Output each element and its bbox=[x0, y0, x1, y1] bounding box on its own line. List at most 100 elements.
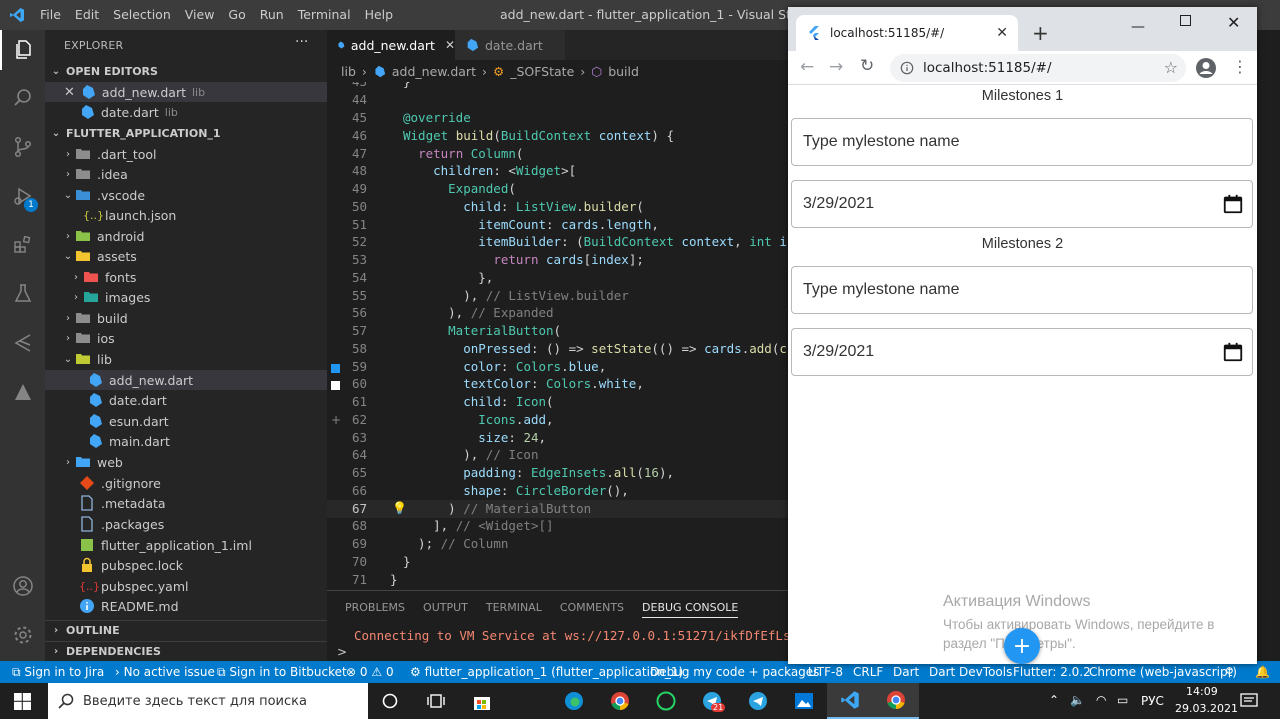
tree-file[interactable]: {..} launch.json bbox=[45, 205, 327, 225]
code-editor[interactable]: 43} 44 45@override 46Widget build(BuildC… bbox=[327, 82, 788, 590]
console-prompt[interactable]: > bbox=[337, 645, 347, 659]
menu-file[interactable]: File bbox=[40, 7, 61, 22]
breadcrumb-class[interactable]: _SOFState bbox=[510, 64, 574, 79]
debug-project[interactable]: ⚙ flutter_application_1 (flutter_applica… bbox=[410, 665, 683, 679]
tree-folder[interactable]: ⌄ lib bbox=[45, 349, 327, 369]
vscode-taskbar-button[interactable] bbox=[827, 683, 873, 719]
calendar-icon[interactable] bbox=[1222, 341, 1244, 363]
close-tab-icon[interactable]: ✕ bbox=[445, 38, 455, 52]
bitbucket-signin[interactable]: ⧉ Sign in to Bitbucket bbox=[217, 665, 347, 680]
menu-edit[interactable]: Edit bbox=[75, 7, 99, 22]
info-icon[interactable] bbox=[900, 61, 914, 75]
tab-comments[interactable]: COMMENTS bbox=[560, 601, 624, 618]
project-section[interactable]: ⌄ FLUTTER_APPLICATION_1 bbox=[45, 123, 327, 143]
telegram-taskbar-button[interactable]: 21 bbox=[689, 683, 735, 719]
dart-devtools[interactable]: Dart DevTools bbox=[929, 665, 1012, 679]
back-arrow-icon[interactable]: ← bbox=[800, 57, 814, 77]
calendar-icon[interactable] bbox=[1222, 193, 1244, 215]
profile-avatar-icon[interactable] bbox=[1195, 57, 1217, 79]
minimize-button[interactable]: — bbox=[1131, 19, 1145, 35]
live-share-icon[interactable]: ⚲ bbox=[1225, 665, 1234, 679]
notifications-icon[interactable]: 🔔 bbox=[1255, 665, 1270, 679]
device-selector[interactable]: Chrome (web-javascript) bbox=[1089, 665, 1237, 679]
tree-file[interactable]: date.dart bbox=[45, 390, 327, 410]
eol[interactable]: CRLF bbox=[853, 665, 883, 679]
breadcrumb-lib[interactable]: lib bbox=[341, 64, 356, 79]
close-tab-icon[interactable]: ✕ bbox=[996, 25, 1008, 41]
active-issue[interactable]: › No active issue bbox=[115, 665, 215, 679]
chrome-taskbar-button[interactable] bbox=[873, 683, 919, 719]
accounts-button[interactable] bbox=[0, 566, 45, 606]
add-milestone-fab[interactable]: + bbox=[1004, 628, 1040, 664]
tree-folder[interactable]: › web bbox=[45, 452, 327, 472]
live-share-button[interactable] bbox=[0, 323, 45, 363]
tab-problems[interactable]: PROBLEMS bbox=[345, 601, 405, 618]
tree-folder[interactable]: › build bbox=[45, 308, 327, 328]
outline-section[interactable]: › OUTLINE bbox=[45, 620, 327, 640]
tree-folder[interactable]: › .idea bbox=[45, 164, 327, 184]
tree-folder[interactable]: › fonts bbox=[45, 267, 327, 287]
search-button[interactable] bbox=[0, 78, 45, 118]
menu-go[interactable]: Go bbox=[228, 7, 245, 22]
flutter-version[interactable]: Flutter: 2.0.2 bbox=[1013, 665, 1091, 679]
tree-file[interactable]: README.md bbox=[45, 596, 327, 616]
tree-folder[interactable]: ⌄ .vscode bbox=[45, 185, 327, 205]
wifi-icon[interactable]: ◠ bbox=[1096, 693, 1106, 707]
open-editors-section[interactable]: ⌄ OPEN EDITORS bbox=[45, 61, 327, 81]
tree-folder[interactable]: › images bbox=[45, 287, 327, 307]
source-control-button[interactable] bbox=[0, 127, 45, 167]
manage-button[interactable] bbox=[0, 615, 45, 655]
testing-button[interactable] bbox=[0, 274, 45, 314]
tab-output[interactable]: OUTPUT bbox=[423, 601, 468, 618]
tree-folder[interactable]: › ios bbox=[45, 328, 327, 348]
new-tab-button[interactable]: + bbox=[1032, 21, 1049, 45]
breadcrumb-file[interactable]: add_new.dart bbox=[392, 64, 476, 79]
tree-file[interactable]: .metadata bbox=[45, 493, 327, 513]
taskbar-search[interactable]: Введите здесь текст для поиска bbox=[48, 683, 368, 719]
language-mode[interactable]: Dart bbox=[893, 665, 919, 679]
lightbulb-icon[interactable]: 💡 bbox=[392, 501, 407, 515]
tree-file[interactable]: pubspec.lock bbox=[45, 555, 327, 575]
reload-icon[interactable]: ↻ bbox=[860, 56, 874, 76]
breadcrumb-method[interactable]: build bbox=[608, 64, 639, 79]
chrome-taskbar-button[interactable] bbox=[597, 683, 643, 719]
tab-terminal[interactable]: TERMINAL bbox=[486, 601, 542, 618]
task-view-button[interactable] bbox=[413, 683, 459, 719]
atlassian-button[interactable] bbox=[0, 372, 45, 412]
address-bar[interactable]: localhost:51185/#/ ☆ bbox=[890, 54, 1186, 82]
tree-file[interactable]: .gitignore bbox=[45, 473, 327, 493]
debug-mode[interactable]: Debug my code + packages bbox=[650, 665, 819, 679]
whatsapp-taskbar-button[interactable] bbox=[643, 683, 689, 719]
run-debug-button[interactable]: 1 bbox=[0, 176, 45, 216]
explorer-button[interactable] bbox=[0, 30, 45, 70]
notification-center-icon[interactable] bbox=[1240, 693, 1258, 709]
tree-file[interactable]: main.dart bbox=[45, 431, 327, 451]
tree-file[interactable]: add_new.dart bbox=[45, 370, 327, 390]
menu-help[interactable]: Help bbox=[365, 7, 394, 22]
problems-indicator[interactable]: ⊗ 0 ⚠ 0 bbox=[346, 665, 394, 679]
milestone-name-input[interactable]: Type mylestone name bbox=[791, 118, 1253, 166]
store-taskbar-button[interactable] bbox=[459, 683, 505, 719]
extensions-button[interactable] bbox=[0, 225, 45, 265]
tree-folder[interactable]: › .dart_tool bbox=[45, 144, 327, 164]
milestone-name-input[interactable]: Type mylestone name bbox=[791, 266, 1253, 314]
tree-folder[interactable]: ⌄ assets bbox=[45, 246, 327, 266]
tab-debug-console[interactable]: DEBUG CONSOLE bbox=[642, 601, 739, 618]
tree-file[interactable]: esun.dart bbox=[45, 411, 327, 431]
menu-terminal[interactable]: Terminal bbox=[298, 7, 351, 22]
tree-folder[interactable]: › android bbox=[45, 226, 327, 246]
chrome-tab[interactable]: localhost:51185/#/ ✕ bbox=[796, 15, 1018, 51]
clock-time[interactable]: 14:09 bbox=[1186, 685, 1218, 698]
kebab-menu-icon[interactable]: ⋮ bbox=[1232, 57, 1248, 76]
dependencies-section[interactable]: › DEPENDENCIES bbox=[45, 641, 327, 661]
milestone-date-field[interactable]: 3/29/2021 bbox=[791, 328, 1253, 376]
menu-selection[interactable]: Selection bbox=[113, 7, 171, 22]
battery-icon[interactable]: ▭ bbox=[1117, 693, 1128, 707]
cortana-button[interactable] bbox=[367, 683, 413, 719]
open-editor-item[interactable]: date.dart lib bbox=[45, 102, 327, 122]
star-icon[interactable]: ☆ bbox=[1164, 58, 1178, 77]
maximize-button[interactable] bbox=[1180, 15, 1191, 26]
tree-file[interactable]: .packages bbox=[45, 514, 327, 534]
open-editor-item[interactable]: ✕ add_new.dart lib bbox=[45, 82, 327, 102]
tab-date-dart[interactable]: date.dart bbox=[455, 30, 565, 60]
